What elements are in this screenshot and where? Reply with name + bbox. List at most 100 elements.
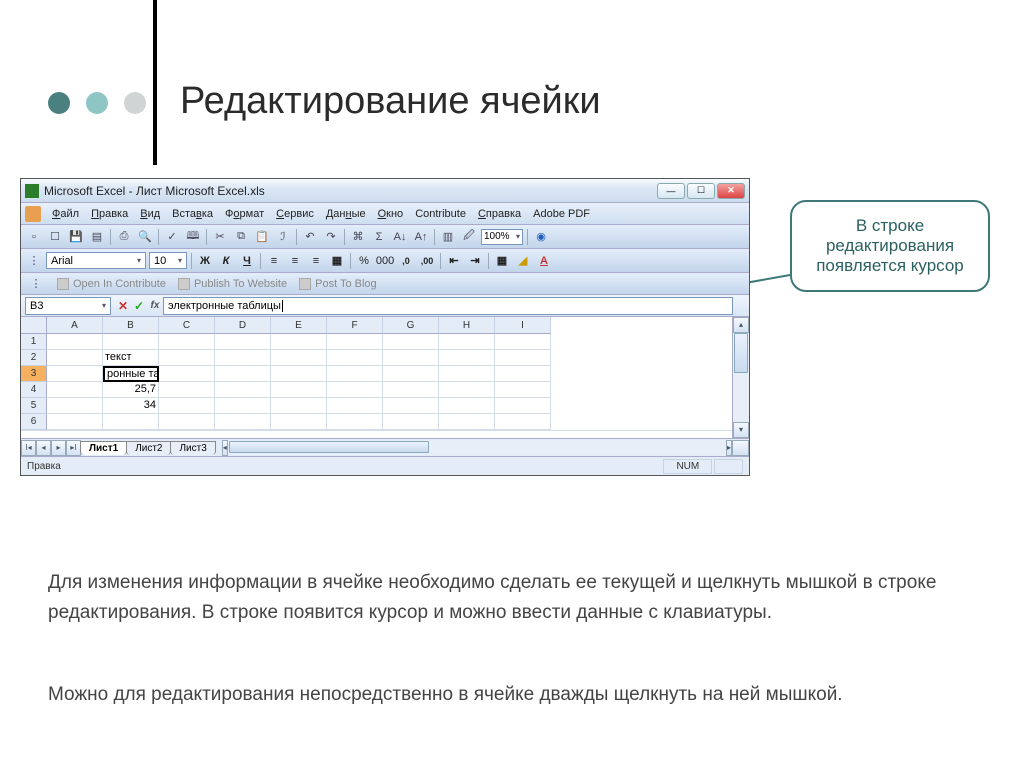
menu-правка[interactable]: Правка [86,206,133,222]
tab-first-button[interactable]: I◂ [21,440,36,456]
cell[interactable] [215,366,271,382]
cell[interactable] [439,382,495,398]
cell[interactable] [439,414,495,430]
cell[interactable] [495,398,551,414]
row-header[interactable]: 2 [21,350,47,366]
cell[interactable] [159,366,215,382]
new-icon[interactable]: ▫ [25,228,43,246]
row-header[interactable]: 1 [21,334,47,350]
borders-icon[interactable]: ▦ [493,252,511,270]
tab-last-button[interactable]: ▸I [66,440,81,456]
cell[interactable] [495,382,551,398]
cell[interactable] [271,382,327,398]
open-contribute-button[interactable]: Open In Contribute [57,278,166,290]
cell[interactable] [327,414,383,430]
cell[interactable] [103,334,159,350]
cell[interactable] [47,366,103,382]
cell[interactable] [271,366,327,382]
sum-icon[interactable]: Σ [370,228,388,246]
merge-center-icon[interactable]: ▦ [328,252,346,270]
cell[interactable] [495,334,551,350]
copy-icon[interactable]: ⧉ [232,228,250,246]
menu-contribute[interactable]: Contribute [410,206,471,222]
spellcheck-icon[interactable]: ✓ [163,228,181,246]
menu-adobe pdf[interactable]: Adobe PDF [528,206,595,222]
sort-desc-icon[interactable]: A↑ [412,228,430,246]
research-icon[interactable]: 🕮 [184,228,202,246]
undo-icon[interactable]: ↶ [301,228,319,246]
maximize-button[interactable]: ☐ [687,183,715,199]
cell[interactable] [439,366,495,382]
scroll-up-button[interactable]: ▴ [733,317,749,333]
cell[interactable]: 34 [103,398,159,414]
open-icon[interactable]: ☐ [46,228,64,246]
cell[interactable] [495,414,551,430]
cell[interactable] [215,398,271,414]
align-left-icon[interactable]: ≡ [265,252,283,270]
cell[interactable] [47,334,103,350]
sheet-tab[interactable]: Лист2 [126,441,171,455]
cell[interactable] [159,398,215,414]
preview-icon[interactable]: 🔍 [136,228,154,246]
column-header[interactable]: B [103,317,159,334]
column-header[interactable]: D [215,317,271,334]
cell[interactable] [159,414,215,430]
menu-сервис[interactable]: Сервис [271,206,319,222]
cell[interactable] [47,398,103,414]
publish-website-button[interactable]: Publish To Website [178,278,287,290]
fill-color-icon[interactable]: ◢ [514,252,532,270]
cell[interactable] [383,382,439,398]
menu-формат[interactable]: Формат [220,206,269,222]
percent-icon[interactable]: 000 [376,252,394,270]
cut-icon[interactable]: ✂ [211,228,229,246]
sort-asc-icon[interactable]: A↓ [391,228,409,246]
cell[interactable] [327,398,383,414]
select-all-corner[interactable] [21,317,47,334]
scroll-track[interactable] [733,333,749,422]
cell[interactable] [383,366,439,382]
scroll-track[interactable] [228,440,726,455]
increase-indent-icon[interactable]: ⇥ [466,252,484,270]
titlebar[interactable]: Microsoft Excel - Лист Microsoft Excel.x… [21,179,749,203]
cell[interactable] [327,350,383,366]
increase-decimal-icon[interactable]: ,0 [397,252,415,270]
column-header[interactable]: A [47,317,103,334]
scroll-down-button[interactable]: ▾ [733,422,749,438]
sheet-tab[interactable]: Лист1 [80,441,127,455]
chart-icon[interactable]: ▥ [439,228,457,246]
menu-вставка[interactable]: Вставка [167,206,218,222]
tab-prev-button[interactable]: ◂ [36,440,51,456]
cell[interactable] [159,334,215,350]
align-center-icon[interactable]: ≡ [286,252,304,270]
cell[interactable] [271,414,327,430]
cell[interactable]: 25,7 [103,382,159,398]
cell[interactable] [271,350,327,366]
cell[interactable]: ронные та [103,366,159,382]
horizontal-scrollbar[interactable]: ◂ ▸ [222,440,732,456]
cell[interactable] [159,382,215,398]
permission-icon[interactable]: ▤ [88,228,106,246]
scroll-thumb[interactable] [734,333,748,373]
column-header[interactable]: C [159,317,215,334]
cell[interactable] [383,334,439,350]
minimize-button[interactable]: — [657,183,685,199]
cell[interactable] [439,398,495,414]
column-header[interactable]: F [327,317,383,334]
cell[interactable] [215,414,271,430]
drawing-icon[interactable]: 🖉 [460,228,478,246]
fx-button[interactable]: fx [147,298,163,314]
menu-данные[interactable]: Данные [321,206,371,222]
confirm-edit-button[interactable]: ✓ [131,298,147,314]
vertical-scrollbar[interactable]: ▴ ▾ [732,317,749,438]
cell[interactable] [215,334,271,350]
column-header[interactable]: I [495,317,551,334]
column-header[interactable]: E [271,317,327,334]
toolbar-handle-icon[interactable]: ⋮ [27,275,45,293]
cell[interactable] [159,350,215,366]
print-icon[interactable]: ⎙ [115,228,133,246]
cell[interactable] [439,350,495,366]
cancel-edit-button[interactable]: ✕ [115,298,131,314]
row-header[interactable]: 6 [21,414,47,430]
column-header[interactable]: H [439,317,495,334]
cell[interactable] [103,414,159,430]
